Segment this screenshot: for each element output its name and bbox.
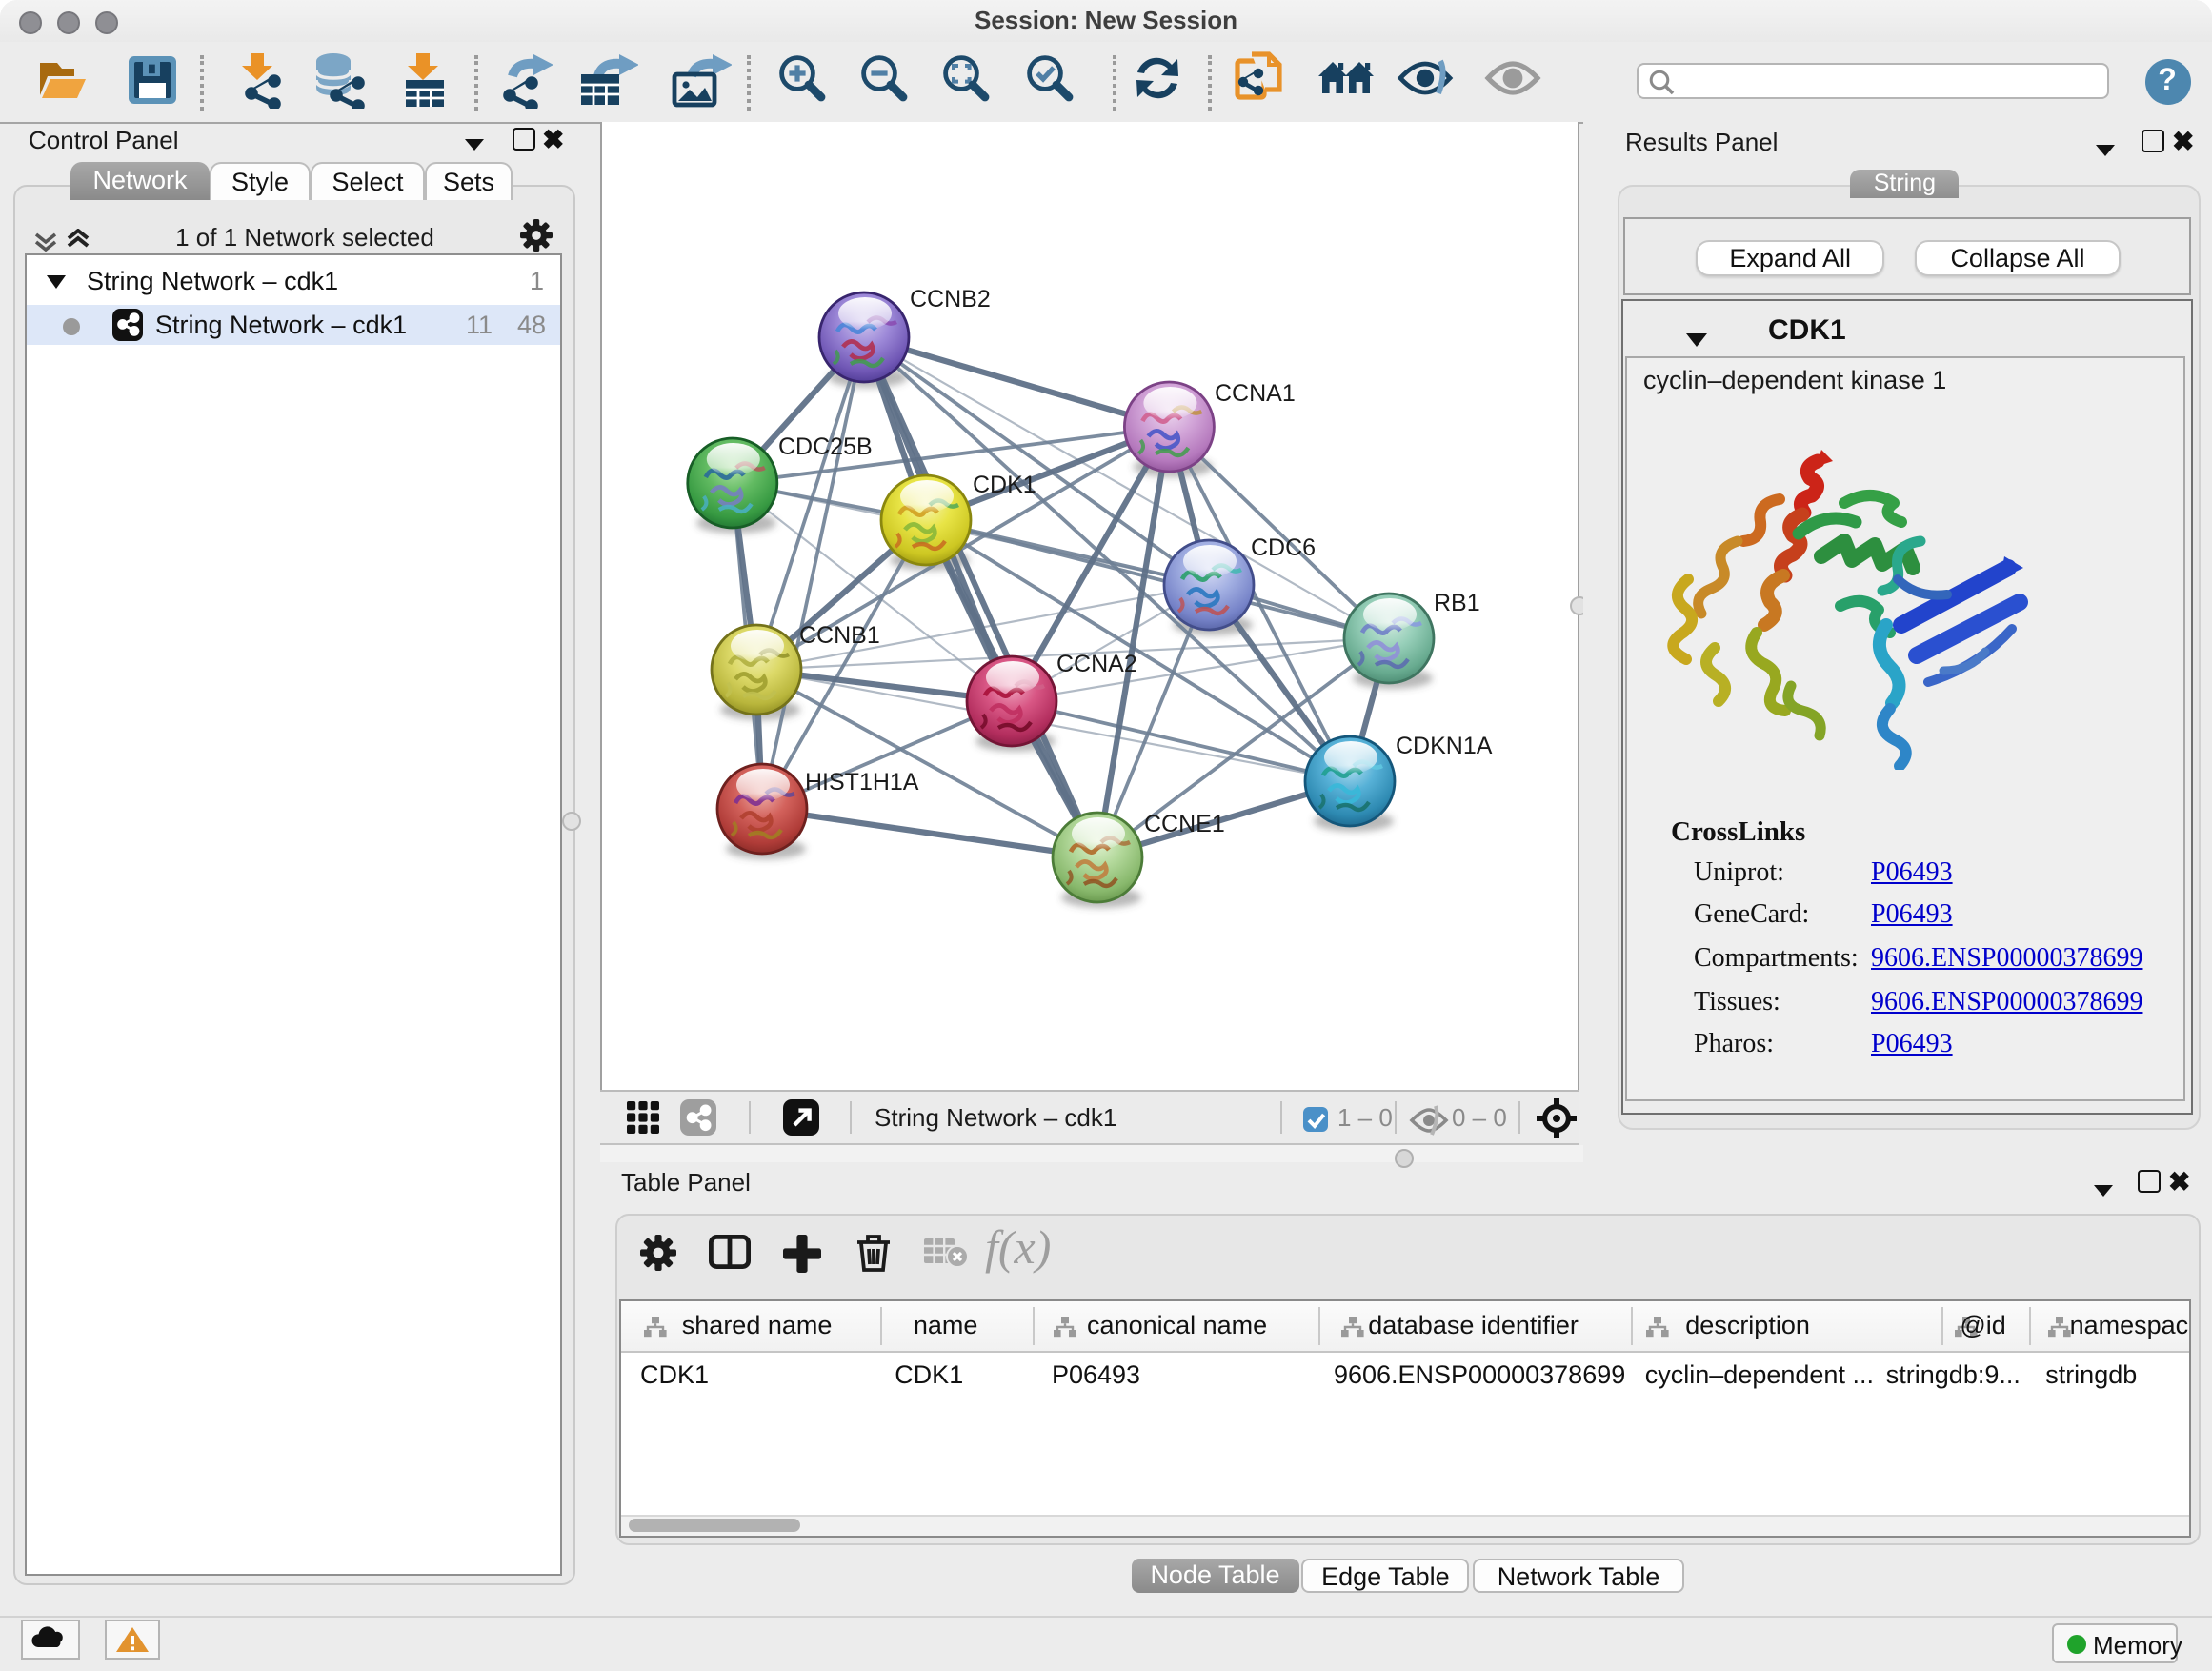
svg-text:CCNB1: CCNB1 [798,621,879,648]
svg-text:HIST1H1A: HIST1H1A [804,768,918,795]
svg-text:CCNE1: CCNE1 [1143,810,1224,836]
svg-text:CDC25B: CDC25B [777,433,872,459]
svg-text:CDKN1A: CDKN1A [1395,732,1492,758]
svg-text:RB1: RB1 [1433,589,1479,615]
svg-text:CDK1: CDK1 [972,471,1036,497]
svg-text:CCNA2: CCNA2 [1056,650,1136,676]
svg-text:CCNB2: CCNB2 [909,285,990,312]
svg-text:CCNA1: CCNA1 [1214,379,1295,406]
svg-text:CDC6: CDC6 [1250,534,1315,560]
